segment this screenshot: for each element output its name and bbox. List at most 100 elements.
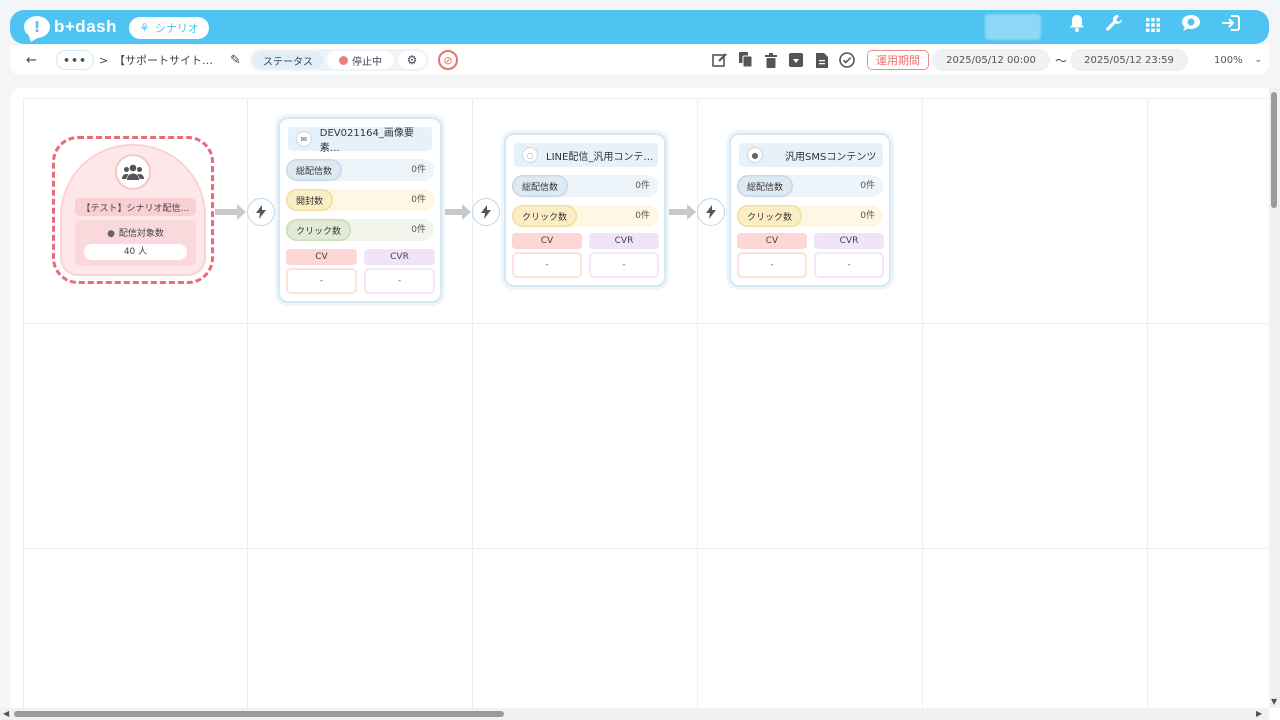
line-icon: ◌ xyxy=(522,147,538,163)
target-label-row: ● 配信対象数 xyxy=(75,226,196,239)
grid-line xyxy=(23,548,1280,549)
logo-mark: ! xyxy=(24,16,50,38)
status-stop-toggle[interactable]: 停止中 xyxy=(327,51,394,69)
start-node-body: 【テスト】シナリオ配信… ● 配信対象数 40 人 xyxy=(60,144,206,276)
status-label: ステータス xyxy=(253,51,323,69)
metric-value: 0件 xyxy=(860,181,875,191)
metric-label: 総配信数 xyxy=(286,159,343,181)
archive-icon[interactable] xyxy=(786,45,806,75)
sms-icon: ● xyxy=(747,147,763,163)
metric-row: クリック数 0件 xyxy=(286,219,434,241)
cvr-label: CVR xyxy=(814,233,884,249)
period-button[interactable]: 運用期間 xyxy=(867,50,929,70)
metric-value: 0件 xyxy=(411,195,426,205)
grid-icon[interactable] xyxy=(1140,14,1166,40)
zoom-select[interactable]: 100% ⌄ xyxy=(1192,49,1268,71)
edit-icon[interactable] xyxy=(710,45,730,75)
metric-row: 総配信数 0件 xyxy=(737,175,883,197)
trash-icon[interactable] xyxy=(761,45,781,75)
metric-value: 0件 xyxy=(635,211,650,221)
vertical-scroll-thumb[interactable] xyxy=(1271,92,1277,208)
grid-line xyxy=(247,98,248,720)
metric-label: クリック数 xyxy=(512,205,578,227)
cv-value: - xyxy=(737,252,807,278)
grid-line xyxy=(23,98,24,720)
start-segment-node[interactable]: 【テスト】シナリオ配信… ● 配信対象数 40 人 xyxy=(52,136,214,284)
node-header: ◌ LINE配信_汎用コンテ… xyxy=(514,143,658,167)
flow-arrow xyxy=(215,204,246,220)
grid-line xyxy=(472,98,473,720)
vertical-scrollbar[interactable]: ▼ xyxy=(1269,88,1280,708)
trigger-lightning-icon[interactable] xyxy=(472,198,500,226)
trigger-lightning-icon[interactable] xyxy=(247,198,275,226)
cvr-value: - xyxy=(814,252,884,278)
wrench-icon[interactable] xyxy=(1101,14,1127,40)
chat-badge-icon[interactable] xyxy=(1178,14,1204,40)
line-content-node[interactable]: ◌ LINE配信_汎用コンテ… 総配信数 0件 クリック数 0件 CV - CV… xyxy=(504,133,666,287)
cv-label: CV xyxy=(286,249,357,265)
horizontal-scrollbar[interactable]: ◀ ▶ xyxy=(0,708,1269,720)
logout-icon[interactable] xyxy=(1218,14,1244,40)
horizontal-scroll-thumb[interactable] xyxy=(14,711,504,717)
breadcrumb-scenario-name[interactable]: 【サポートサイト… xyxy=(114,45,213,75)
cvr-label: CVR xyxy=(364,249,435,265)
node-header: ● 汎用SMSコンテンツ xyxy=(739,143,883,167)
scroll-left-arrow-icon[interactable]: ◀ xyxy=(3,709,9,718)
cvr-value: - xyxy=(589,252,659,278)
cv-box: CV - xyxy=(512,233,582,278)
scroll-right-arrow-icon[interactable]: ▶ xyxy=(1256,709,1262,718)
node-title: DEV021164_画像要素… xyxy=(319,128,414,154)
grid-line xyxy=(922,98,923,720)
bell-icon[interactable] xyxy=(1064,14,1090,40)
logo[interactable]: ! b+dash xyxy=(24,15,117,39)
scenario-canvas[interactable]: 【テスト】シナリオ配信… ● 配信対象数 40 人 ✉ DEV021164_画像要… xyxy=(10,88,1280,720)
metric-label: 総配信数 xyxy=(737,175,794,197)
status-group: ステータス 停止中 ⚙ xyxy=(250,49,429,71)
cvr-box: CVR - xyxy=(364,249,435,294)
back-button[interactable]: ← xyxy=(26,45,37,75)
cv-value: - xyxy=(512,252,582,278)
date-start-field[interactable]: 2025/05/12 00:00 xyxy=(932,49,1050,71)
sms-content-node[interactable]: ● 汎用SMSコンテンツ 総配信数 0件 クリック数 0件 CV - CVR - xyxy=(729,133,891,287)
cvr-box: CVR - xyxy=(589,233,659,278)
more-button[interactable]: ••• xyxy=(56,50,94,70)
check-circle-icon[interactable] xyxy=(837,45,857,75)
trigger-lightning-icon[interactable] xyxy=(697,198,725,226)
target-label: 配信対象数 xyxy=(118,229,164,239)
status-settings-button[interactable]: ⚙ xyxy=(398,51,426,69)
metric-value: 0件 xyxy=(411,225,426,235)
grid-line xyxy=(1147,98,1148,720)
node-title: 汎用SMSコンテンツ xyxy=(785,151,877,163)
cv-label: CV xyxy=(737,233,807,249)
date-separator: 〜 xyxy=(1055,53,1068,68)
mail-icon: ✉ xyxy=(296,131,312,147)
no-entry-icon[interactable]: ⊘ xyxy=(438,50,458,70)
person-icon: ● xyxy=(107,229,115,239)
start-node-title: 【テスト】シナリオ配信… xyxy=(75,198,196,216)
metric-label: クリック数 xyxy=(286,219,352,241)
date-end-field[interactable]: 2025/05/12 23:59 xyxy=(1070,49,1188,71)
copy-icon[interactable] xyxy=(736,45,756,75)
flow-arrow xyxy=(443,204,471,220)
metric-row: 開封数 0件 xyxy=(286,189,434,211)
grid-line xyxy=(697,98,698,720)
scroll-down-arrow-icon[interactable]: ▼ xyxy=(1271,697,1277,706)
scenario-icon: ⚘ xyxy=(139,21,150,35)
grid-line xyxy=(23,98,1280,99)
cv-value: - xyxy=(286,268,357,294)
user-info[interactable] xyxy=(985,14,1041,40)
mail-content-node[interactable]: ✉ DEV021164_画像要素… 総配信数 0件 開封数 0件 クリック数 0… xyxy=(278,117,442,303)
top-bar: ! b+dash ⚘ シナリオ xyxy=(10,10,1269,44)
scenario-menu-button[interactable]: ⚘ シナリオ xyxy=(129,17,209,39)
document-icon[interactable] xyxy=(812,45,832,75)
metric-row: クリック数 0件 xyxy=(512,205,658,227)
metric-row: クリック数 0件 xyxy=(737,205,883,227)
cvr-box: CVR - xyxy=(814,233,884,278)
metric-value: 0件 xyxy=(411,165,426,175)
stop-icon xyxy=(339,55,348,65)
metric-label: 開封数 xyxy=(286,189,334,211)
cv-box: CV - xyxy=(286,249,357,294)
cv-label: CV xyxy=(512,233,582,249)
edit-name-icon[interactable]: ✎ xyxy=(230,45,241,75)
metric-value: 0件 xyxy=(860,211,875,221)
